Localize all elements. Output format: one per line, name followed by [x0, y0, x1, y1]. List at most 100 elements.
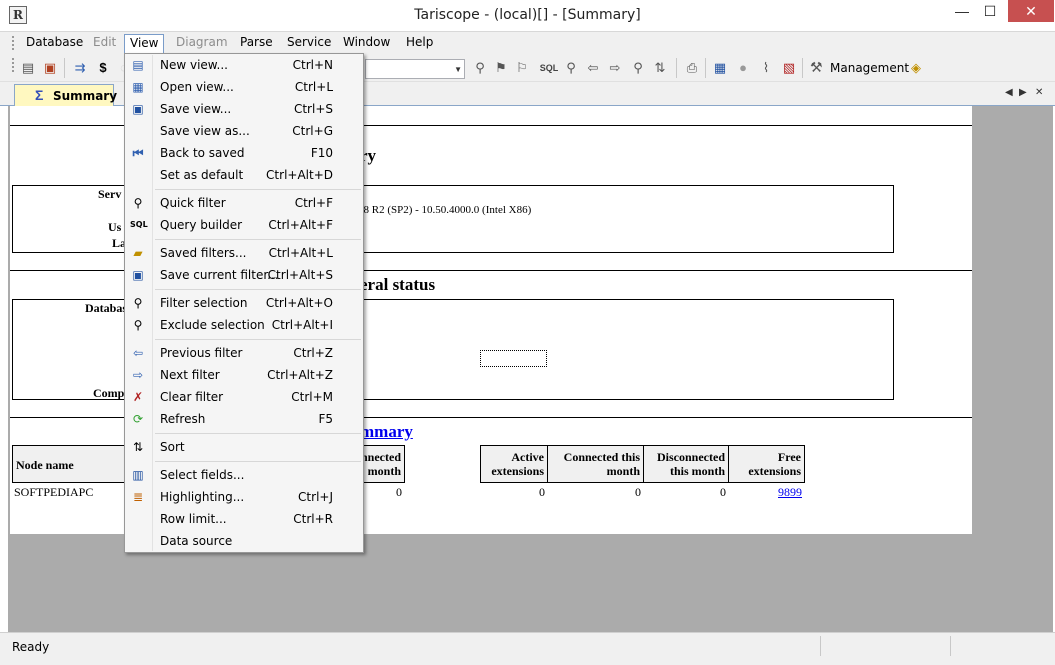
- status-panel: [820, 636, 950, 656]
- menu-item-set-as-default[interactable]: Set as default Ctrl+Alt+D: [127, 164, 361, 186]
- menu-parse[interactable]: Parse: [235, 34, 278, 53]
- menu-service[interactable]: Service: [282, 34, 336, 53]
- toolbar-separator: [676, 58, 677, 78]
- free-extensions-link[interactable]: 9899: [728, 485, 802, 500]
- menu-window[interactable]: Window: [338, 34, 395, 53]
- header-active-extensions: Active extensions: [480, 445, 548, 483]
- menu-item-select-fields[interactable]: ▥ Select fields...: [127, 464, 361, 486]
- menu-item-save-view-as[interactable]: Save view as... Ctrl+G: [127, 120, 361, 142]
- filter-icon[interactable]: ⚲: [472, 60, 488, 76]
- dollar-icon[interactable]: $: [95, 60, 111, 76]
- menu-item-quick-filter[interactable]: ⚲ Quick filter Ctrl+F: [127, 192, 361, 214]
- new-view-icon: ▤: [132, 58, 144, 72]
- filter-exclude-icon[interactable]: ⚲: [630, 60, 646, 76]
- menu-item-back-to-saved[interactable]: ⏮ Back to saved F10: [127, 142, 361, 164]
- menu-item-label: Sort: [160, 440, 185, 454]
- menu-item-previous-filter[interactable]: ⇦ Previous filter Ctrl+Z: [127, 342, 361, 364]
- menu-item-shortcut: Ctrl+Alt+Z: [267, 368, 333, 382]
- menu-item-next-filter[interactable]: ⇨ Next filter Ctrl+Alt+Z: [127, 364, 361, 386]
- tab-scroll-right-icon[interactable]: ▶: [1019, 87, 1027, 98]
- menu-item-clear-filter[interactable]: ✗ Clear filter Ctrl+M: [127, 386, 361, 408]
- cube-icon[interactable]: ◈: [908, 60, 924, 76]
- chart-icon[interactable]: ⌇: [758, 60, 774, 76]
- database-settings-icon[interactable]: ▣: [42, 60, 58, 76]
- menu-separator: [155, 239, 361, 240]
- menu-item-sort[interactable]: ⇅ Sort: [127, 436, 361, 458]
- filter-selection-icon: ⚲: [133, 296, 143, 310]
- minimize-button[interactable]: —: [948, 0, 976, 22]
- next-arrow-icon: ⇨: [132, 368, 144, 382]
- sort-icon[interactable]: ⇅: [652, 60, 668, 76]
- highlighting-icon: ≣: [132, 490, 144, 504]
- menu-item-open-view[interactable]: ▦ Open view... Ctrl+L: [127, 76, 361, 98]
- toolbar-separator: [705, 58, 706, 78]
- menu-item-label: Exclude selection: [160, 318, 265, 332]
- menu-item-refresh[interactable]: ⟳ Refresh F5: [127, 408, 361, 430]
- menu-item-label: Highlighting...: [160, 490, 245, 504]
- menu-item-save-current-filter[interactable]: ▣ Save current filter... Ctrl+Alt+S: [127, 264, 361, 286]
- maximize-button[interactable]: ☐: [976, 0, 1004, 22]
- disconnected-this-month-value: 0: [720, 485, 726, 499]
- table-icon[interactable]: ▦: [712, 60, 728, 76]
- forward-arrow-icon[interactable]: ⇨: [607, 60, 623, 76]
- export-icon[interactable]: ⇉: [72, 60, 88, 76]
- management-button[interactable]: ⚒ Management: [808, 58, 909, 78]
- menu-item-save-view[interactable]: ▣ Save view... Ctrl+S: [127, 98, 361, 120]
- header-connected-this-month: Connected this month: [547, 445, 644, 483]
- menu-item-row-limit[interactable]: Row limit... Ctrl+R: [127, 508, 361, 530]
- menu-diagram[interactable]: Diagram: [171, 34, 233, 53]
- menu-item-exclude-selection[interactable]: ⚲ Exclude selection Ctrl+Alt+I: [127, 314, 361, 336]
- menu-item-shortcut: Ctrl+Alt+O: [265, 296, 333, 310]
- menu-item-label: Filter selection: [160, 296, 248, 310]
- menu-item-label: Set as default: [160, 168, 244, 182]
- menu-item-label: Previous filter: [160, 346, 243, 360]
- tab-close-icon[interactable]: ✕: [1035, 87, 1043, 98]
- circle-icon[interactable]: ●: [735, 60, 751, 76]
- filter-save-icon[interactable]: ⚑: [493, 60, 509, 76]
- tab-summary[interactable]: Σ Summary: [14, 84, 117, 106]
- close-button[interactable]: ✕: [1008, 0, 1054, 22]
- summary-link[interactable]: mmary: [360, 422, 413, 442]
- sort-icon: ⇅: [132, 440, 144, 454]
- menu-help[interactable]: Help: [401, 34, 438, 53]
- quick-filter-icon: ⚲: [133, 196, 143, 210]
- report-icon[interactable]: ▧: [781, 60, 797, 76]
- toolbar-grip: [12, 58, 15, 72]
- menu-item-data-source[interactable]: Data source: [127, 530, 361, 552]
- menu-item-shortcut: F5: [318, 412, 333, 426]
- filter-clear-icon[interactable]: ⚲: [563, 60, 579, 76]
- menu-item-saved-filters[interactable]: ▰ Saved filters... Ctrl+Alt+L: [127, 242, 361, 264]
- save-filter-icon: ▣: [132, 268, 144, 282]
- menu-item-highlighting[interactable]: ≣ Highlighting... Ctrl+J: [127, 486, 361, 508]
- window-title: Tariscope - (local)[] - [Summary]: [414, 7, 641, 23]
- sql-icon[interactable]: SQL: [538, 60, 560, 76]
- menu-item-label: Next filter: [160, 368, 220, 382]
- menu-bar: Database Edit View Diagram Parse Service…: [0, 32, 1055, 55]
- menu-database[interactable]: Database: [21, 34, 88, 53]
- menu-item-new-view[interactable]: ▤ New view... Ctrl+N: [127, 54, 361, 76]
- select-fields-icon: ▥: [132, 468, 144, 482]
- general-status-heading: eral status: [360, 275, 436, 294]
- menu-item-label: Saved filters...: [160, 246, 247, 260]
- database-icon[interactable]: ▤: [20, 60, 36, 76]
- connected-this-month-value: 0: [635, 485, 641, 499]
- menu-view[interactable]: View: [124, 34, 165, 55]
- menu-edit[interactable]: Edit: [88, 34, 121, 53]
- filter-combo[interactable]: ▼: [365, 59, 465, 79]
- database-label: Databas: [85, 301, 128, 315]
- menu-item-label: Data source: [160, 534, 233, 548]
- tab-scroll-left-icon[interactable]: ◀: [1005, 87, 1013, 98]
- menu-item-shortcut: Ctrl+N: [292, 58, 333, 72]
- menu-item-shortcut: Ctrl+G: [292, 124, 333, 138]
- filter-saved-icon[interactable]: ⚐: [514, 60, 530, 76]
- menu-item-label: Select fields...: [160, 468, 245, 482]
- tools-icon: ⚒: [810, 60, 823, 76]
- menu-item-filter-selection[interactable]: ⚲ Filter selection Ctrl+Alt+O: [127, 292, 361, 314]
- print-icon[interactable]: ⎙: [684, 60, 700, 76]
- back-arrow-icon[interactable]: ⇦: [585, 60, 601, 76]
- menu-item-shortcut: Ctrl+L: [294, 80, 333, 94]
- menu-item-query-builder[interactable]: SQL Query builder Ctrl+Alt+F: [127, 214, 361, 236]
- menu-item-label: Row limit...: [160, 512, 227, 526]
- chevron-down-icon: ▼: [454, 65, 462, 74]
- computer-label: Comp: [93, 386, 125, 400]
